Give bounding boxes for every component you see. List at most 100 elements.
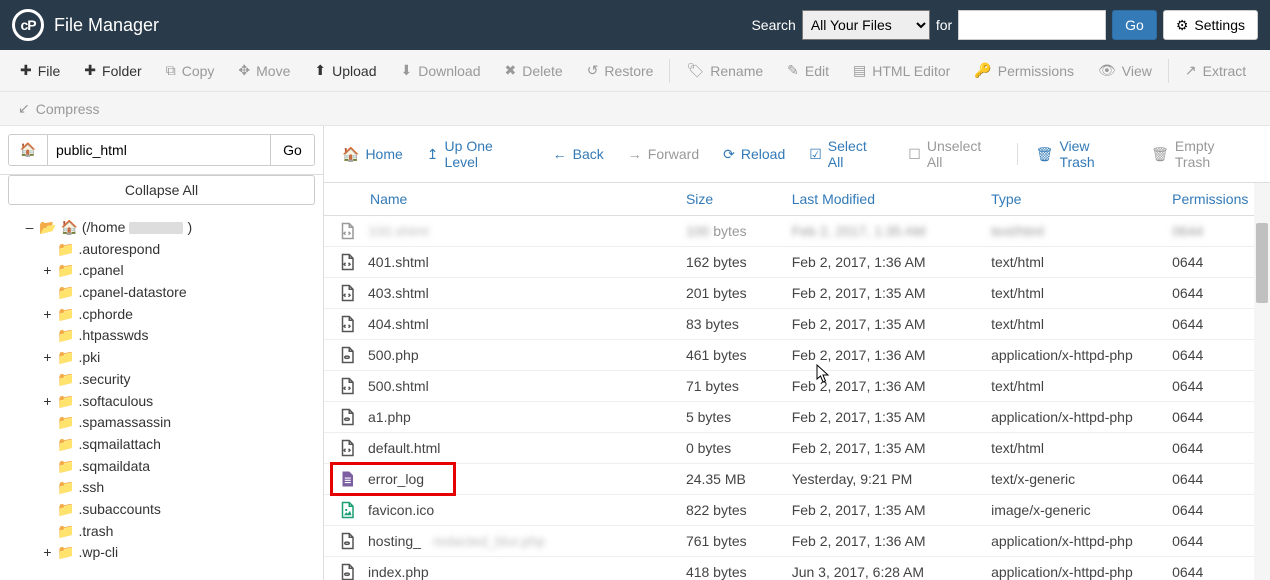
tree-item[interactable]: +📁.pki bbox=[8, 347, 315, 369]
upload-button[interactable]: ⬆Upload bbox=[302, 54, 388, 87]
table-row[interactable]: 500.shtml 71 bytes Feb 2, 2017, 1:36 AM … bbox=[324, 371, 1270, 402]
expand-icon[interactable] bbox=[42, 325, 53, 347]
download-button[interactable]: ⬇Download bbox=[388, 54, 492, 87]
unselect-all-button[interactable]: ☐Unselect All bbox=[898, 132, 1008, 176]
table-row[interactable]: 404.shtml 83 bytes Feb 2, 2017, 1:35 AM … bbox=[324, 309, 1270, 340]
table-row-cut[interactable]: 100.shtml 100 bytes Feb 2, 2017, 1:35 AM… bbox=[324, 216, 1270, 247]
vertical-scrollbar[interactable] bbox=[1254, 183, 1270, 580]
scrollbar-thumb[interactable] bbox=[1256, 223, 1268, 303]
col-name[interactable]: Name bbox=[324, 183, 676, 216]
forward-label: Forward bbox=[648, 146, 699, 162]
tree-item[interactable]: 📁.trash bbox=[8, 521, 315, 543]
tree-item[interactable]: 📁.ssh bbox=[8, 477, 315, 499]
reload-button[interactable]: ⟳Reload bbox=[713, 140, 795, 169]
table-row[interactable]: favicon.ico 822 bytes Feb 2, 2017, 1:35 … bbox=[324, 495, 1270, 526]
table-row[interactable]: error_log 24.35 MB Yesterday, 9:21 PM te… bbox=[324, 464, 1270, 495]
table-row[interactable]: 403.shtml 201 bytes Feb 2, 2017, 1:35 AM… bbox=[324, 278, 1270, 309]
pencil-icon: ✎ bbox=[787, 62, 799, 79]
expand-icon[interactable] bbox=[42, 434, 53, 456]
expand-icon[interactable] bbox=[42, 456, 53, 478]
edit-button[interactable]: ✎Edit bbox=[775, 54, 841, 87]
tree-item[interactable]: +📁.softaculous bbox=[8, 391, 315, 413]
expand-icon[interactable] bbox=[42, 499, 53, 521]
expand-icon[interactable] bbox=[42, 282, 53, 304]
new-file-label: File bbox=[38, 63, 61, 79]
path-go-button[interactable]: Go bbox=[271, 134, 315, 166]
permissions-button[interactable]: 🔑Permissions bbox=[962, 54, 1086, 87]
home-button[interactable]: 🏠Home bbox=[332, 140, 413, 169]
search-scope-select[interactable]: All Your Files bbox=[802, 10, 930, 40]
file-size: 822 bytes bbox=[676, 495, 782, 526]
tree-item[interactable]: +📁.cphorde bbox=[8, 304, 315, 326]
back-button[interactable]: ←Back bbox=[543, 140, 614, 168]
expand-icon[interactable] bbox=[42, 412, 53, 434]
search-input[interactable] bbox=[958, 10, 1106, 40]
file-size: 761 bytes bbox=[676, 526, 782, 557]
tree-item[interactable]: +📁.cpanel bbox=[8, 260, 315, 282]
download-icon: ⬇ bbox=[400, 62, 412, 79]
empty-trash-button[interactable]: 🗑Empty Trash bbox=[1141, 132, 1262, 176]
tree-item[interactable]: +📁.wp-cli bbox=[8, 542, 315, 564]
col-modified[interactable]: Last Modified bbox=[782, 183, 981, 216]
expand-icon[interactable] bbox=[42, 369, 53, 391]
tree-item[interactable]: 📁.sqmailattach bbox=[8, 434, 315, 456]
tree-item[interactable]: 📁.subaccounts bbox=[8, 499, 315, 521]
expand-icon[interactable]: + bbox=[42, 304, 53, 326]
plus-icon: ✚ bbox=[20, 62, 32, 79]
expand-icon[interactable]: + bbox=[42, 391, 53, 413]
cpanel-logo-icon: cP bbox=[12, 9, 44, 41]
redacted-username bbox=[129, 222, 183, 234]
view-button[interactable]: 👁View bbox=[1086, 54, 1164, 87]
expand-icon[interactable]: + bbox=[42, 260, 53, 282]
settings-button[interactable]: ⚙ Settings bbox=[1163, 10, 1258, 40]
tree-item-label: .softaculous bbox=[78, 391, 153, 413]
tree-item[interactable]: 📁.htpasswds bbox=[8, 325, 315, 347]
tree-item[interactable]: 📁.cpanel-datastore bbox=[8, 282, 315, 304]
collapse-icon[interactable]: – bbox=[24, 217, 35, 239]
new-folder-button[interactable]: ✚Folder bbox=[72, 54, 153, 87]
view-trash-button[interactable]: 🗑View Trash bbox=[1026, 132, 1137, 176]
tree-item-label: .cpanel-datastore bbox=[78, 282, 186, 304]
table-row[interactable]: 401.shtml 162 bytes Feb 2, 2017, 1:36 AM… bbox=[324, 247, 1270, 278]
copy-button[interactable]: ⧉Copy bbox=[154, 54, 227, 87]
table-row[interactable]: index.php 418 bytes Jun 3, 2017, 6:28 AM… bbox=[324, 557, 1270, 580]
folder-tree[interactable]: – 📂 🏠 (/home) 📁.autorespond+📁.cpanel 📁.c… bbox=[0, 213, 323, 580]
restore-button[interactable]: ↺Restore bbox=[575, 54, 666, 87]
table-row[interactable]: 500.php 461 bytes Feb 2, 2017, 1:36 AM a… bbox=[324, 340, 1270, 371]
up-one-level-button[interactable]: ↥Up One Level bbox=[417, 132, 539, 176]
expand-icon[interactable] bbox=[42, 239, 53, 261]
expand-icon[interactable]: + bbox=[42, 542, 53, 564]
tree-root[interactable]: – 📂 🏠 (/home) bbox=[8, 217, 315, 239]
delete-button[interactable]: ✖Delete bbox=[492, 54, 574, 87]
extract-button[interactable]: ↗Extract bbox=[1173, 54, 1258, 87]
new-file-button[interactable]: ✚ File bbox=[8, 54, 72, 87]
compress-button[interactable]: ↙Compress bbox=[8, 96, 110, 121]
select-all-button[interactable]: ☑Select All bbox=[799, 132, 894, 176]
rename-button[interactable]: 🏷Rename bbox=[674, 54, 775, 87]
app-logo: cP File Manager bbox=[12, 9, 159, 41]
reload-icon: ⟳ bbox=[723, 146, 735, 163]
html-editor-button[interactable]: ▤HTML Editor bbox=[841, 54, 962, 87]
file-size: 0 bytes bbox=[676, 433, 782, 464]
collapse-all-button[interactable]: Collapse All bbox=[8, 175, 315, 205]
move-button[interactable]: ✥Move bbox=[226, 54, 302, 87]
path-home-button[interactable]: 🏠 bbox=[8, 134, 48, 166]
file-modified: Feb 2, 2017, 1:36 AM bbox=[782, 340, 981, 371]
path-input[interactable] bbox=[48, 134, 271, 166]
table-row[interactable]: default.html 0 bytes Feb 2, 2017, 1:35 A… bbox=[324, 433, 1270, 464]
tree-item[interactable]: 📁.spamassassin bbox=[8, 412, 315, 434]
tree-item[interactable]: 📁.autorespond bbox=[8, 239, 315, 261]
col-type[interactable]: Type bbox=[981, 183, 1162, 216]
table-row[interactable]: a1.php 5 bytes Feb 2, 2017, 1:35 AM appl… bbox=[324, 402, 1270, 433]
expand-icon[interactable]: + bbox=[42, 347, 53, 369]
tree-item[interactable]: 📁.security bbox=[8, 369, 315, 391]
tree-item[interactable]: 📁.sqmaildata bbox=[8, 456, 315, 478]
expand-icon[interactable] bbox=[42, 477, 53, 499]
expand-icon[interactable] bbox=[42, 521, 53, 543]
search-go-button[interactable]: Go bbox=[1112, 10, 1157, 40]
tree-item-label: .ssh bbox=[78, 477, 104, 499]
forward-button[interactable]: →Forward bbox=[618, 140, 709, 168]
table-row[interactable]: hosting_redacted_blur.php 761 bytes Feb … bbox=[324, 526, 1270, 557]
file-type: application/x-httpd-php bbox=[981, 402, 1162, 433]
col-size[interactable]: Size bbox=[676, 183, 782, 216]
